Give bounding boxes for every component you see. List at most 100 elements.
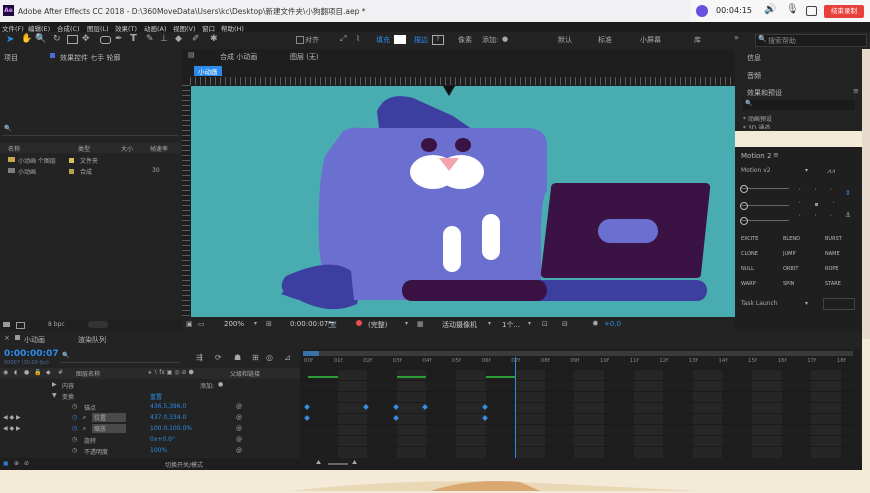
table-row[interactable]: ◀ ◆ ▶ ◷ ⩘ 位置 437.0,334.0 @ (0, 413, 300, 424)
tab-render-queue[interactable]: 渲染队列 (78, 335, 106, 345)
scale-keyframe[interactable] (304, 415, 310, 421)
tab-composition[interactable]: 合成 小动画 (220, 52, 257, 62)
motion-rope-button[interactable]: ROPE (825, 266, 857, 278)
always-preview-icon[interactable]: ▣ (186, 320, 193, 328)
zoom-out-icon[interactable]: ⛰ (316, 459, 321, 467)
exposure-value[interactable]: +0.0 (604, 320, 621, 328)
comp-mini-flowchart-icon[interactable]: ⇶ (196, 353, 203, 362)
current-time-indicator[interactable] (515, 357, 517, 458)
comp-timecode[interactable]: 0:00:00:07 (290, 320, 328, 328)
audio-panel-title[interactable]: 音频 (747, 71, 761, 81)
eraser-tool-icon[interactable]: ◆ (175, 34, 182, 44)
tab-comp-timeline[interactable]: 小动画 (24, 335, 45, 345)
graph-icon[interactable]: ⩘ (82, 414, 85, 422)
hand-tool-icon[interactable]: ✋ (21, 34, 32, 44)
row-value[interactable]: 重置 (150, 392, 162, 401)
snapshot-icon[interactable]: 📷 (328, 320, 337, 328)
monitor-icon[interactable]: ▭ (198, 320, 205, 328)
row-extra[interactable]: 添加: (200, 381, 214, 390)
tab-effect-controls[interactable]: 效果控件 七手 轮廓 (60, 53, 150, 63)
selection-tool-icon[interactable]: ➤ (6, 34, 14, 45)
shy-icon[interactable]: ☗ (234, 353, 241, 362)
camera-select[interactable]: 活动摄像机 (442, 320, 477, 330)
panel-menu-icon[interactable]: ≡ (773, 151, 779, 159)
motion-stare-button[interactable]: STARE (825, 281, 857, 293)
slider-3[interactable] (741, 220, 789, 221)
graph-icon[interactable]: ⩘⩘ (827, 167, 835, 176)
trash-icon[interactable] (88, 321, 108, 328)
graph-editor-icon[interactable]: ⊿ (284, 353, 291, 362)
layer-bar-segment[interactable] (308, 376, 338, 378)
layer-bar-segment[interactable] (396, 376, 427, 378)
toggle-switches-modes[interactable]: 切换开关/模式 (165, 460, 203, 469)
list-item[interactable]: 小动画 个图层 文件夹 (0, 155, 182, 165)
zoom-select[interactable]: 200% (224, 320, 244, 328)
roto-tool-icon[interactable]: ✐ (192, 34, 200, 44)
slider-handle-icon[interactable] (740, 202, 748, 210)
stopwatch-icon[interactable]: ◷ (72, 436, 77, 443)
position-keyframe[interactable] (363, 404, 370, 410)
expand-arrow-icon[interactable]: ▶ (52, 381, 57, 388)
keyframe-nav-icon[interactable]: ◀ ◆ ▶ (3, 425, 21, 432)
expand-arrow-icon[interactable]: ▼ (52, 392, 57, 399)
panel-menu-icon[interactable]: ≡ (853, 87, 859, 95)
position-keyframe[interactable] (422, 404, 429, 410)
transparency-grid-icon[interactable]: ▦ (417, 320, 424, 328)
keyframe-nav-icon[interactable]: ◀ ◆ ▶ (3, 414, 21, 421)
comp-breadcrumb[interactable]: 小动画 (194, 66, 222, 76)
anchor-grid[interactable]: ˈ ˈ ˈˈ ▪ ˈˈ ˈ ˈ (799, 185, 841, 225)
anchor-pin-icon[interactable]: ⚓ (845, 211, 851, 219)
graph-icon[interactable]: ⩘ (82, 425, 85, 433)
timeline-search-input[interactable]: 🔍 (60, 352, 180, 363)
pickwhip-icon[interactable]: @ (236, 414, 242, 421)
camera-tool-icon[interactable] (67, 35, 78, 44)
snap-options-icon[interactable]: ⤢ (340, 34, 346, 44)
motion-jump-button[interactable]: JUMP (783, 251, 815, 263)
layer-bar-segment[interactable] (485, 376, 516, 378)
volume-icon[interactable]: 🔊 (764, 4, 776, 15)
clone-tool-icon[interactable]: ⊥ (160, 34, 168, 44)
row-value[interactable]: 436.5,396.0 (150, 403, 186, 410)
lock-icon[interactable]: ▤ (188, 51, 195, 59)
draft-3d-icon[interactable]: ⟳ (215, 353, 222, 362)
composition-new-icon[interactable] (16, 322, 25, 329)
table-row[interactable]: ▶ 内容 添加: ● (0, 380, 300, 391)
rotate-tool-icon[interactable]: ↻ (53, 34, 61, 44)
add-circle-icon[interactable]: ● (218, 381, 223, 388)
flowchart-icon[interactable]: ⊟ (562, 320, 568, 328)
zoom-tool-icon[interactable]: 🔍 (35, 34, 46, 44)
info-panel-title[interactable]: 信息 (747, 53, 761, 63)
position-keyframe[interactable] (304, 404, 310, 410)
col-layer-name[interactable]: 图层名称 (76, 369, 100, 378)
tab-project[interactable]: 项目 (4, 53, 18, 63)
pan-behind-tool-icon[interactable]: ✥ (82, 34, 90, 44)
pen-tool-icon[interactable]: ✒ (115, 34, 123, 44)
presets-item[interactable]: * 动画预设 (743, 114, 772, 123)
slider-handle-icon[interactable] (740, 217, 748, 225)
stopwatch-icon[interactable]: ◷ (72, 403, 77, 410)
col-parent[interactable]: 父级和链接 (230, 369, 260, 378)
table-row[interactable]: ◀ ◆ ▶ ◷ ⩘ 缩放 100.0,100.0% @ (0, 424, 300, 435)
fill-label[interactable]: 填充 (376, 35, 390, 45)
effects-search-input[interactable]: 🔍 (743, 100, 855, 110)
task-launch-button[interactable] (823, 298, 855, 310)
col-size[interactable]: 大小 (121, 144, 133, 153)
anchor-arrow-icon[interactable]: ⇕ (845, 189, 851, 197)
motion-excite-button[interactable]: EXCITE (741, 236, 773, 248)
region-icon[interactable]: ⊞ (266, 320, 272, 328)
row-value[interactable]: 437.0,334.0 (150, 414, 186, 421)
reset-exposure-icon[interactable]: ✹ (592, 319, 599, 328)
task-launch-select[interactable]: Task Launch (741, 300, 778, 307)
motion-clone-button[interactable]: CLONE (741, 251, 773, 263)
timeline-timecode[interactable]: 0:00:00:07 (4, 349, 59, 359)
end-recording-button[interactable]: 结束录制 (824, 5, 864, 18)
stroke-color-swatch[interactable]: ? (432, 35, 444, 45)
effects-presets-title[interactable]: 效果和预设 (747, 88, 782, 98)
pickwhip-icon[interactable]: @ (236, 447, 242, 454)
slider-2[interactable] (741, 205, 789, 206)
resolution-select[interactable]: (完整) (368, 320, 387, 330)
workspace-default[interactable]: 默认 (558, 35, 572, 45)
frame-blend-icon[interactable]: ⊞ (252, 353, 259, 362)
zoom-in-icon[interactable]: ⛰ (352, 459, 357, 467)
col-name[interactable]: 名称 (8, 144, 20, 153)
